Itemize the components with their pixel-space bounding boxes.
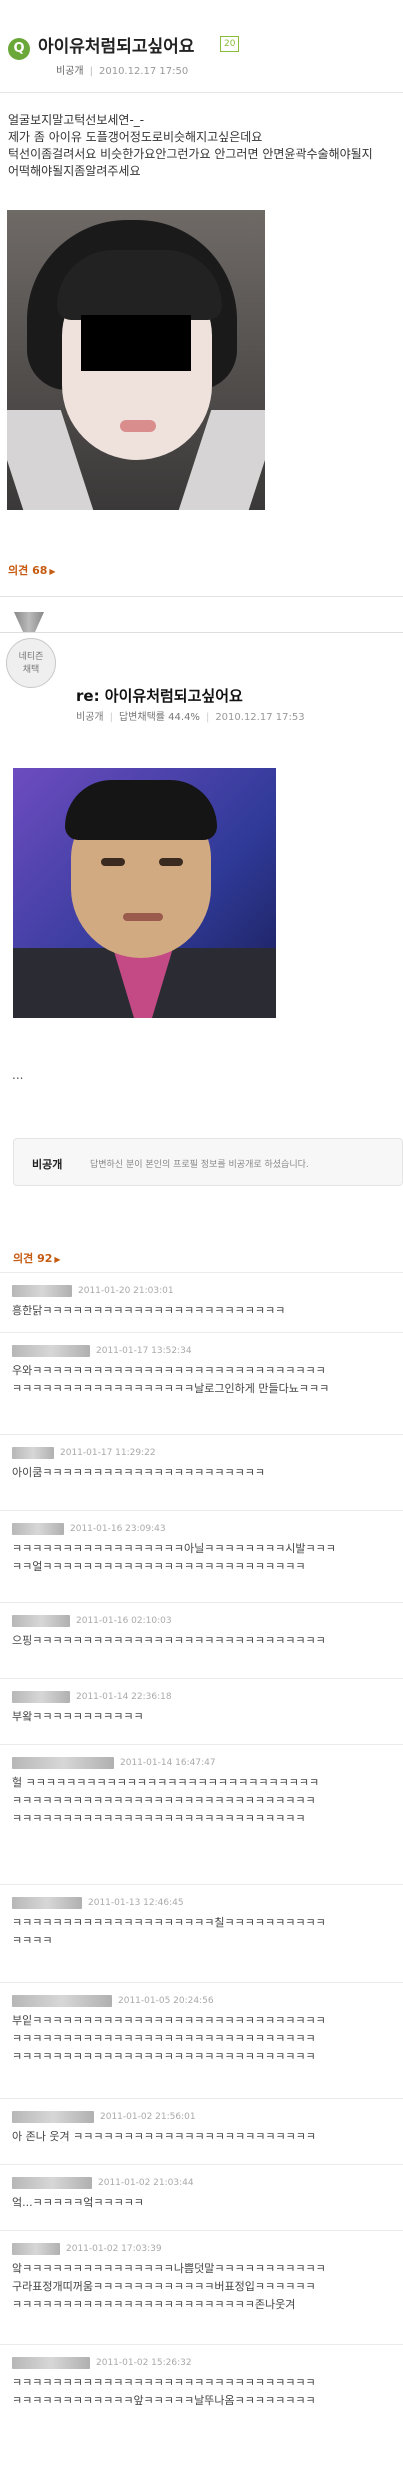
comment-text: 우와ㅋㅋㅋㅋㅋㅋㅋㅋㅋㅋㅋㅋㅋㅋㅋㅋㅋㅋㅋㅋㅋㅋㅋㅋㅋㅋㅋㅋㅋ (12, 1364, 326, 1377)
comment-item: 2011-01-02 21:56:01 아 존나 웃겨 ㅋㅋㅋㅋㅋㅋㅋㅋㅋㅋㅋㅋ… (0, 2098, 403, 2164)
blurred-username (12, 2242, 60, 2255)
comment-item: 2011-01-16 02:10:03 으핑ㅋㅋㅋㅋㅋㅋㅋㅋㅋㅋㅋㅋㅋㅋㅋㅋㅋㅋ… (0, 1602, 403, 1678)
question-date: 2010.12.17 17:50 (98, 66, 189, 77)
comment-date: 2011-01-02 15:26:32 (96, 2357, 192, 2368)
blurred-username (12, 1344, 90, 1357)
question-author[interactable]: 비공개 (56, 66, 84, 77)
question-body-line: 얼굴보지말고턱선보세연-_- (8, 113, 145, 127)
answer-date: 2010.12.17 17:53 (215, 712, 305, 723)
question-header: Q 아이유처럼되고싶어요 20 비공개 | 2010.12.17 17:50 (0, 0, 403, 93)
comment-date: 2011-01-17 11:29:22 (60, 1447, 156, 1458)
comment-item: 2011-01-17 13:52:34 우와ㅋㅋㅋㅋㅋㅋㅋㅋㅋㅋㅋㅋㅋㅋㅋㅋㅋㅋ… (0, 1332, 403, 1434)
comment-item: 2011-01-20 21:03:01 흥한닭ㅋㅋㅋㅋㅋㅋㅋㅋㅋㅋㅋㅋㅋㅋㅋㅋㅋ… (0, 1272, 403, 1332)
question-title[interactable]: 아이유처럼되고싶어요 (38, 32, 194, 57)
comment-text: 구라표정개띠꺼움ㅋㅋㅋㅋㅋㅋㅋㅋㅋㅋㅋㅋ버표정입ㅋㅋㅋㅋㅋㅋ (12, 2280, 316, 2293)
arrow-down-icon: ▶ (54, 1255, 61, 1264)
comment-item: 2011-01-17 11:29:22 아이쿰ㅋㅋㅋㅋㅋㅋㅋㅋㅋㅋㅋㅋㅋㅋㅋㅋㅋ… (0, 1434, 403, 1510)
comment-text: ㅋㅋㅋㅋㅋㅋㅋㅋㅋㅋㅋㅋㅋㅋㅋㅋㅋㅋㅋㅋㅋㅋㅋㅋㅋㅋㅋㅋㅋ (12, 1812, 306, 1825)
comment-date: 2011-01-02 21:56:01 (100, 2111, 196, 2122)
comment-text: 부잍ㅋㅋㅋㅋㅋㅋㅋㅋㅋㅋㅋㅋㅋㅋㅋㅋㅋㅋㅋㅋㅋㅋㅋㅋㅋㅋㅋㅋㅋ (12, 2014, 326, 2027)
answer-photo (13, 768, 276, 1018)
censor-block (81, 315, 191, 371)
comment-text: ㅋㅋ얼ㅋㅋㅋㅋㅋㅋㅋㅋㅋㅋㅋㅋㅋㅋㅋㅋㅋㅋㅋㅋㅋㅋㅋㅋㅋㅋ (12, 1560, 306, 1573)
blurred-username (12, 1994, 112, 2007)
comment-item: 2011-01-16 23:09:43 ㅋㅋㅋㅋㅋㅋㅋㅋㅋㅋㅋㅋㅋㅋㅋㅋㅋ아닐ㅋ… (0, 1510, 403, 1602)
comment-date: 2011-01-14 22:36:18 (76, 1691, 172, 1702)
comment-item: 2011-01-13 12:46:45 ㅋㅋㅋㅋㅋㅋㅋㅋㅋㅋㅋㅋㅋㅋㅋㅋㅋㅋㅋㅋ… (0, 1884, 403, 1982)
comment-date: 2011-01-13 12:46:45 (88, 1897, 184, 1908)
comment-item: 2011-01-14 16:47:47 헐 ㅋㅋㅋㅋㅋㅋㅋㅋㅋㅋㅋㅋㅋㅋㅋㅋㅋㅋ… (0, 1744, 403, 1884)
comment-text: 아이쿰ㅋㅋㅋㅋㅋㅋㅋㅋㅋㅋㅋㅋㅋㅋㅋㅋㅋㅋㅋㅋㅋㅋ (12, 1466, 265, 1479)
comment-text: ㅋㅋㅋㅋㅋㅋㅋㅋㅋㅋㅋㅋㅋㅋㅋㅋㅋ아닐ㅋㅋㅋㅋㅋㅋㅋㅋ시발ㅋㅋㅋ (12, 1542, 336, 1555)
question-icon: Q (8, 38, 30, 60)
private-title: 비공개 (32, 1158, 63, 1171)
comment-text: 엌...ㅋㅋㅋㅋㅋ엌ㅋㅋㅋㅋㅋ (12, 2196, 144, 2209)
comment-date: 2011-01-02 21:03:44 (98, 2177, 194, 2188)
question-meta: 비공개 | 2010.12.17 17:50 (56, 66, 189, 77)
divider (0, 596, 403, 597)
comment-text: 헐 ㅋㅋㅋㅋㅋㅋㅋㅋㅋㅋㅋㅋㅋㅋㅋㅋㅋㅋㅋㅋㅋㅋㅋㅋㅋㅋㅋㅋㅋ (12, 1776, 320, 1789)
comment-text: ㅋㅋㅋㅋ (12, 1934, 53, 1947)
netizen-adopted-badge: 네티즌 채택 (6, 638, 56, 688)
arrow-right-icon: ▶ (49, 567, 56, 576)
answer-comments-link[interactable]: 의견 92 ▶ (13, 1250, 61, 1266)
comment-date: 2011-01-14 16:47:47 (120, 1757, 216, 1768)
answer-text: ... (12, 1068, 24, 1082)
question-body: 얼굴보지말고턱선보세연-_- 제가 좀 아이유 도플갱어정도로비슷해지고싶은데요… (8, 112, 398, 180)
question-body-line: 턱선이좀걸려서요 비슷한가요안그런가요 안그러면 안면윤곽수술해야될지 (8, 147, 373, 161)
blurred-username (12, 1614, 70, 1627)
points-badge: 20 (220, 36, 240, 52)
blurred-username (12, 2176, 92, 2189)
private-text: 답변하신 분이 본인의 프로필 정보를 비공개로 하셨습니다. (90, 1160, 309, 1170)
blurred-username (12, 2356, 90, 2369)
comment-text: 부왘ㅋㅋㅋㅋㅋㅋㅋㅋㅋㅋㅋ (12, 1710, 144, 1723)
comment-text: ㅋㅋㅋㅋㅋㅋㅋㅋㅋㅋㅋㅋㅋㅋㅋㅋㅋㅋㅋㅋㅋㅋㅋㅋㅋㅋㅋㅋㅋㅋ (12, 2032, 316, 2045)
question-body-line: 제가 좀 아이유 도플갱어정도로비슷해지고싶은데요 (8, 130, 263, 144)
comment-date: 2011-01-16 02:10:03 (76, 1615, 172, 1626)
comment-item: 2011-01-02 17:03:39 앜ㅋㅋㅋㅋㅋㅋㅋㅋㅋㅋㅋㅋㅋㅋㅋ나쁨덧말… (0, 2230, 403, 2344)
blurred-username (12, 1284, 72, 1297)
comment-date: 2011-01-05 20:24:56 (118, 1995, 214, 2006)
blurred-username (12, 2110, 94, 2123)
answer-adoption-rate: 답변채택률 44.4% (118, 712, 200, 723)
comment-text: 앜ㅋㅋㅋㅋㅋㅋㅋㅋㅋㅋㅋㅋㅋㅋㅋ나쁨덧말ㅋㅋㅋㅋㅋㅋㅋㅋㅋㅋㅋ (12, 2262, 326, 2275)
comment-text: ㅋㅋㅋㅋㅋㅋㅋㅋㅋㅋㅋㅋㅋㅋㅋㅋㅋㅋㅋㅋ칠ㅋㅋㅋㅋㅋㅋㅋㅋㅋㅋ (12, 1916, 326, 1929)
comment-date: 2011-01-02 17:03:39 (66, 2243, 162, 2254)
question-photo (7, 210, 265, 510)
comment-text: ㅋㅋㅋㅋㅋㅋㅋㅋㅋㅋㅋㅋ앞ㅋㅋㅋㅋㅋ날뚜나옴ㅋㅋㅋㅋㅋㅋㅋㅋ (12, 2394, 316, 2407)
comment-date: 2011-01-20 21:03:01 (78, 1285, 174, 1296)
medal-ribbon-icon (14, 612, 44, 632)
comment-text: ㅋㅋㅋㅋㅋㅋㅋㅋㅋㅋㅋㅋㅋㅋㅋㅋㅋㅋㅋㅋㅋㅋㅋㅋㅋㅋㅋㅋㅋㅋ (12, 2050, 316, 2063)
comment-text: ㅋㅋㅋㅋㅋㅋㅋㅋㅋㅋㅋㅋㅋㅋㅋㅋㅋㅋ날로그인하게 만들다뇨ㅋㅋㅋ (12, 1382, 330, 1395)
answer-meta: 비공개 | 답변채택률 44.4% | 2010.12.17 17:53 (76, 712, 305, 723)
divider (0, 632, 403, 633)
comment-date: 2011-01-17 13:52:34 (96, 1345, 192, 1356)
blurred-username (12, 1690, 70, 1703)
blurred-username (12, 1756, 114, 1769)
answer-author[interactable]: 비공개 (76, 712, 104, 723)
comment-list: 2011-01-20 21:03:01 흥한닭ㅋㅋㅋㅋㅋㅋㅋㅋㅋㅋㅋㅋㅋㅋㅋㅋㅋ… (0, 1272, 403, 2436)
comment-text: 으핑ㅋㅋㅋㅋㅋㅋㅋㅋㅋㅋㅋㅋㅋㅋㅋㅋㅋㅋㅋㅋㅋㅋㅋㅋㅋㅋㅋㅋㅋ (12, 1634, 326, 1647)
page: Q 아이유처럼되고싶어요 20 비공개 | 2010.12.17 17:50 얼굴보… (0, 0, 403, 2487)
comment-text: ㅋㅋㅋㅋㅋㅋㅋㅋㅋㅋㅋㅋㅋㅋㅋㅋㅋㅋㅋㅋㅋㅋㅋㅋㅋㅋㅋㅋㅋㅋ (12, 2376, 316, 2389)
comment-text: 아 존나 웃겨 ㅋㅋㅋㅋㅋㅋㅋㅋㅋㅋㅋㅋㅋㅋㅋㅋㅋㅋㅋㅋㅋㅋㅋㅋ (12, 2130, 316, 2143)
comment-item: 2011-01-05 20:24:56 부잍ㅋㅋㅋㅋㅋㅋㅋㅋㅋㅋㅋㅋㅋㅋㅋㅋㅋㅋ… (0, 1982, 403, 2098)
question-body-line: 어떡해야될지좀알려주세요 (8, 164, 141, 178)
blurred-username (12, 1896, 82, 1909)
answer-title: re: 아이유처럼되고싶어요 (76, 687, 243, 705)
private-profile-notice: 비공개 답변하신 분이 본인의 프로필 정보를 비공개로 하셨습니다. (13, 1138, 403, 1186)
comment-item: 2011-01-14 22:36:18 부왘ㅋㅋㅋㅋㅋㅋㅋㅋㅋㅋㅋ (0, 1678, 403, 1744)
blurred-username (12, 1522, 64, 1535)
comment-text: ㅋㅋㅋㅋㅋㅋㅋㅋㅋㅋㅋㅋㅋㅋㅋㅋㅋㅋㅋㅋㅋㅋㅋㅋㅋㅋㅋㅋㅋㅋ (12, 1794, 316, 1807)
comment-text: 흥한닭ㅋㅋㅋㅋㅋㅋㅋㅋㅋㅋㅋㅋㅋㅋㅋㅋㅋㅋㅋㅋㅋㅋㅋㅋ (12, 1304, 286, 1317)
comment-item: 2011-01-02 15:26:32 ㅋㅋㅋㅋㅋㅋㅋㅋㅋㅋㅋㅋㅋㅋㅋㅋㅋㅋㅋㅋ… (0, 2344, 403, 2436)
comment-date: 2011-01-16 23:09:43 (70, 1523, 166, 1534)
blurred-username (12, 1446, 54, 1459)
comment-item: 2011-01-02 21:03:44 엌...ㅋㅋㅋㅋㅋ엌ㅋㅋㅋㅋㅋ (0, 2164, 403, 2230)
comment-text: ㅋㅋㅋㅋㅋㅋㅋㅋㅋㅋㅋㅋㅋㅋㅋㅋㅋㅋㅋㅋㅋㅋㅋㅋ존나웃겨 (12, 2298, 296, 2311)
question-comments-link[interactable]: 의견 68 ▶ (8, 562, 56, 578)
